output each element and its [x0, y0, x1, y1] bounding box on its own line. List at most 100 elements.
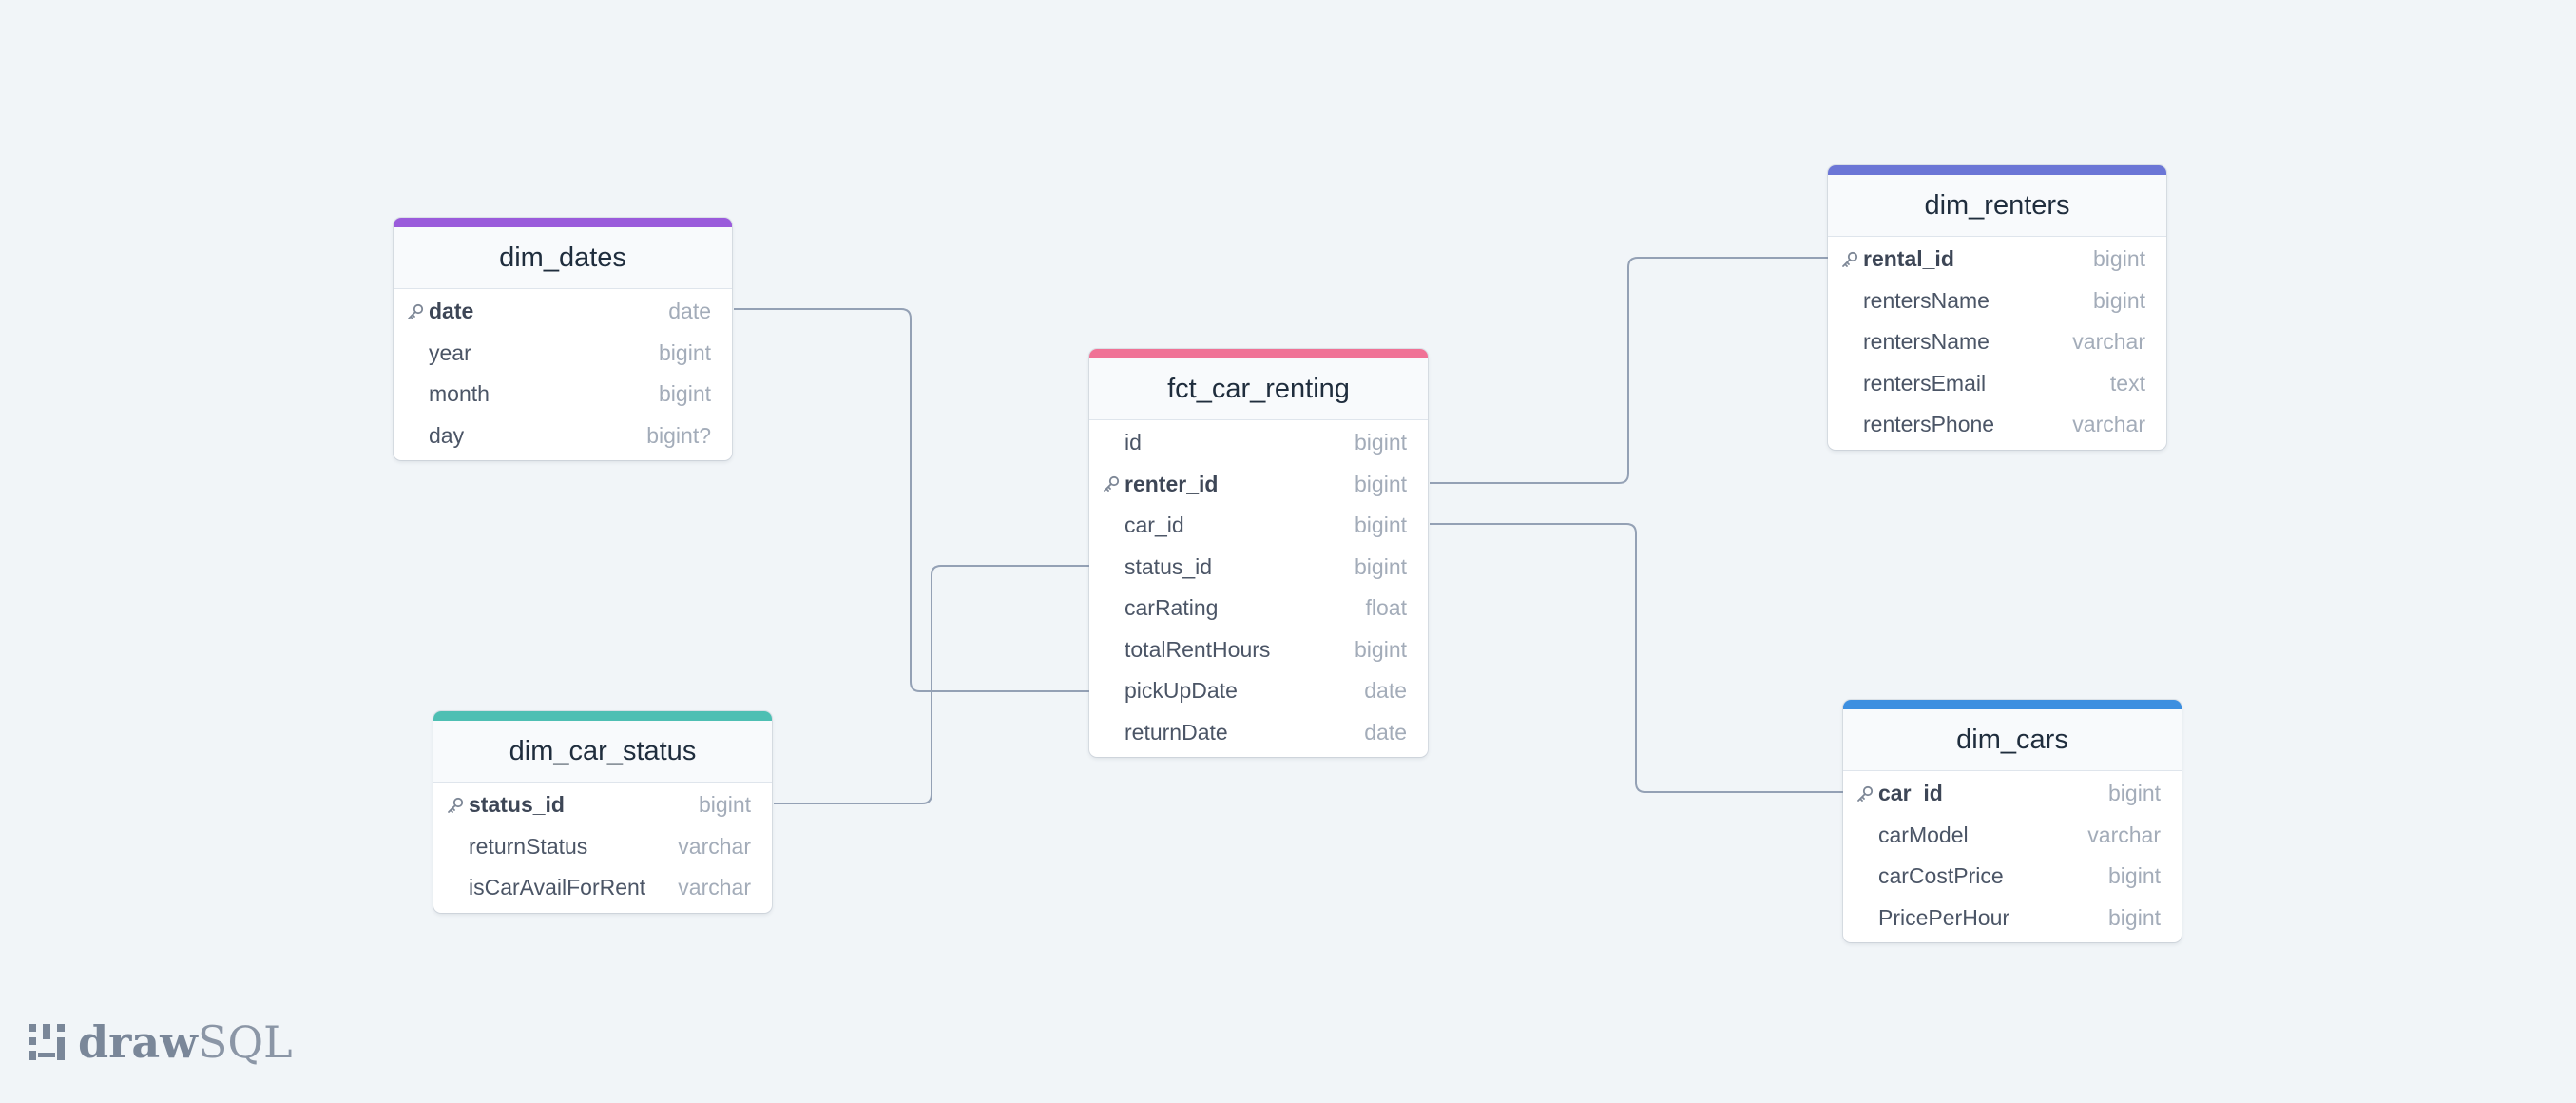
field-row[interactable]: rental_id bigint — [1828, 239, 2166, 281]
table-accent-bar — [1843, 700, 2182, 709]
field-row[interactable]: rentersName bigint — [1828, 281, 2166, 322]
primary-key-icon — [405, 291, 426, 333]
drawsql-logo-text-bold: draw — [78, 1016, 198, 1068]
field-list: status_id bigint returnStatus varchar isCarA… — [433, 783, 772, 913]
field-name: totalRentHours — [1125, 636, 1271, 662]
drawsql-logo[interactable]: draw SQL — [27, 1016, 293, 1069]
field-list: car_id bigint carModel varchar carCostPrice b… — [1843, 771, 2182, 942]
field-list: rental_id bigint rentersName bigint rentersN… — [1828, 237, 2166, 450]
field-name: date — [429, 299, 474, 323]
table-title[interactable]: dim_dates — [394, 227, 732, 289]
table-accent-bar — [1089, 349, 1428, 358]
field-name: rental_id — [1863, 246, 1954, 271]
table-title[interactable]: dim_renters — [1828, 175, 2166, 237]
field-type: bigint — [2108, 863, 2161, 888]
field-row[interactable]: car_id bigint — [1089, 505, 1428, 547]
field-row[interactable]: rentersEmail text — [1828, 363, 2166, 405]
field-name: status_id — [469, 792, 565, 817]
field-row[interactable]: status_id bigint — [433, 784, 772, 826]
field-name: isCarAvailForRent — [469, 875, 646, 900]
primary-key-icon — [445, 784, 466, 826]
field-type: date — [1364, 678, 1407, 703]
field-type: bigint — [699, 792, 751, 817]
field-row[interactable]: carModel varchar — [1843, 815, 2182, 857]
field-name: car_id — [1125, 513, 1184, 537]
field-row[interactable]: rentersPhone varchar — [1828, 404, 2166, 446]
field-type: bigint — [1355, 471, 1407, 496]
field-row[interactable]: isCarAvailForRent varchar — [433, 867, 772, 909]
field-name: year — [429, 339, 471, 365]
field-name: renter_id — [1125, 471, 1219, 496]
table-dim-cars[interactable]: dim_cars car_id bigint carModel varchar carC… — [1843, 700, 2182, 942]
drawsql-logo-icon — [29, 1024, 65, 1060]
connector-fct-to-renters[interactable] — [1430, 257, 1828, 484]
field-type: bigint — [659, 381, 711, 406]
field-type: bigint — [1355, 636, 1407, 662]
field-name: rentersName — [1863, 329, 1990, 354]
field-name: car_id — [1878, 781, 1943, 805]
table-accent-bar — [433, 711, 772, 721]
primary-key-icon — [1101, 464, 1122, 506]
field-type: bigint — [2108, 904, 2161, 930]
field-row[interactable]: carCostPrice bigint — [1843, 856, 2182, 898]
field-name: carModel — [1878, 822, 1969, 847]
field-name: carCostPrice — [1878, 863, 2004, 888]
field-type: text — [2109, 370, 2145, 396]
table-dim-dates[interactable]: dim_dates date date year bigint month bigint d… — [394, 218, 732, 460]
field-type: bigint — [1355, 430, 1407, 455]
field-type: bigint? — [646, 422, 711, 448]
field-row[interactable]: date date — [394, 291, 732, 333]
field-row[interactable]: totalRentHours bigint — [1089, 629, 1428, 671]
drawsql-logo-text-light: SQL — [197, 1016, 293, 1068]
primary-key-icon — [1855, 773, 1875, 815]
field-name: PricePerHour — [1878, 904, 2010, 930]
field-type: varchar — [678, 875, 751, 900]
table-accent-bar — [1828, 165, 2166, 175]
table-title[interactable]: dim_cars — [1843, 709, 2182, 771]
table-dim-car-status[interactable]: dim_car_status status_id bigint returnStat… — [433, 711, 772, 913]
primary-key-icon — [1839, 239, 1860, 281]
field-name: carRating — [1125, 595, 1219, 620]
field-type: varchar — [2072, 412, 2145, 436]
field-row[interactable]: rentersName varchar — [1828, 321, 2166, 363]
connector-dates-to-fct[interactable] — [734, 308, 1089, 692]
table-title[interactable]: dim_car_status — [433, 721, 772, 783]
field-row[interactable]: returnDate date — [1089, 712, 1428, 754]
field-type: float — [1365, 595, 1407, 620]
field-row[interactable]: day bigint? — [394, 416, 732, 457]
field-list: id bigint renter_id bigint car_id bigint statu… — [1089, 420, 1428, 757]
connector-status-to-fct[interactable] — [774, 565, 1089, 804]
field-type: bigint — [659, 339, 711, 365]
field-name: rentersName — [1863, 287, 1990, 313]
field-name: rentersEmail — [1863, 370, 1987, 396]
field-row[interactable]: carRating float — [1089, 588, 1428, 629]
table-accent-bar — [394, 218, 732, 227]
field-name: id — [1125, 430, 1142, 455]
field-name: rentersPhone — [1863, 412, 1995, 436]
field-type: date — [668, 299, 711, 323]
field-row[interactable]: pickUpDate date — [1089, 670, 1428, 712]
field-list: date date year bigint month bigint day bigint? — [394, 289, 732, 460]
field-row[interactable]: id bigint — [1089, 422, 1428, 464]
field-type: bigint — [1355, 513, 1407, 537]
table-fct-car-renting[interactable]: fct_car_renting id bigint renter_id bigint c… — [1089, 349, 1428, 757]
field-name: returnStatus — [469, 833, 588, 859]
field-type: date — [1364, 719, 1407, 745]
field-name: status_id — [1125, 553, 1213, 579]
field-row[interactable]: status_id bigint — [1089, 547, 1428, 589]
field-type: bigint — [2093, 246, 2145, 271]
field-row[interactable]: returnStatus varchar — [433, 826, 772, 868]
field-row[interactable]: PricePerHour bigint — [1843, 898, 2182, 939]
table-dim-renters[interactable]: dim_renters rental_id bigint rentersName bi… — [1828, 165, 2166, 450]
connector-fct-to-cars[interactable] — [1430, 523, 1843, 793]
field-name: returnDate — [1125, 719, 1228, 745]
field-row[interactable]: car_id bigint — [1843, 773, 2182, 815]
field-type: bigint — [2093, 287, 2145, 313]
field-type: varchar — [678, 833, 751, 859]
field-row[interactable]: year bigint — [394, 333, 732, 375]
field-row[interactable]: month bigint — [394, 374, 732, 416]
diagram-canvas[interactable]: dim_dates date date year bigint month bigint d… — [0, 0, 2576, 1103]
table-title[interactable]: fct_car_renting — [1089, 358, 1428, 420]
field-row[interactable]: renter_id bigint — [1089, 464, 1428, 506]
field-name: day — [429, 422, 465, 448]
